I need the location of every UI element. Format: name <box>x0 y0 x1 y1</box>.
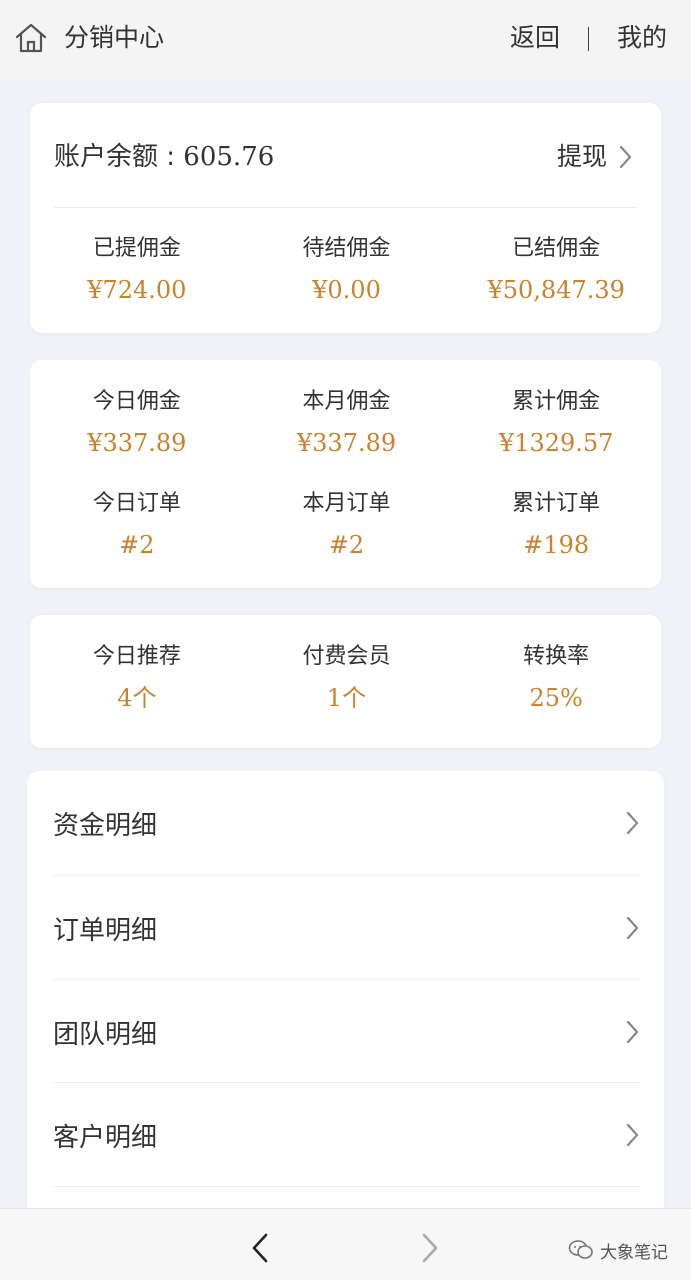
top-bar: 分销中心 返回 我的 <box>0 0 691 80</box>
menu-item-team-details[interactable]: 团队明细 <box>53 980 640 1084</box>
balance-card: 账户余额 : 605.76 提现 已提佣金 ¥724.00 待结佣金 ¥0.00… <box>30 103 661 333</box>
header-separator <box>588 27 589 51</box>
members-row: 今日推荐 4个 付费会员 1个 转换率 25% <box>30 641 661 715</box>
stat-today-referrals: 今日推荐 4个 <box>32 641 242 715</box>
details-menu: 资金明细 订单明细 团队明细 客户明细 <box>27 771 664 1231</box>
stat-value: #2 <box>119 531 155 559</box>
arrow-left-icon[interactable] <box>246 1231 276 1265</box>
chevron-right-icon <box>626 811 639 835</box>
home-icon[interactable] <box>14 22 48 54</box>
watermark: 大象笔记 <box>568 1237 668 1263</box>
chevron-right-icon <box>619 145 632 169</box>
stat-value: #2 <box>328 531 365 559</box>
stat-value: ¥724.00 <box>87 276 187 304</box>
withdraw-button[interactable]: 提现 <box>557 137 633 177</box>
stat-value: ¥337.89 <box>296 429 397 457</box>
back-link[interactable]: 返回 <box>510 20 560 56</box>
stat-label: 今日订单 <box>92 491 181 516</box>
stat-value: #198 <box>523 531 590 559</box>
stat-withdrawn: 已提佣金 ¥724.00 <box>32 233 242 307</box>
stat-label: 已结佣金 <box>512 236 601 261</box>
arrow-right-icon[interactable] <box>414 1231 444 1265</box>
stat-value: ¥50,847.39 <box>487 276 625 304</box>
members-card: 今日推荐 4个 付费会员 1个 转换率 25% <box>30 615 661 748</box>
stat-settled: 已结佣金 ¥50,847.39 <box>451 233 661 307</box>
browser-nav-bar: 大象笔记 <box>0 1208 691 1280</box>
stat-label: 本月订单 <box>302 491 391 516</box>
stat-label: 本月佣金 <box>302 389 391 414</box>
commission-summary: 已提佣金 ¥724.00 待结佣金 ¥0.00 已结佣金 ¥50,847.39 <box>30 233 661 307</box>
withdraw-label: 提现 <box>556 142 607 171</box>
stat-month-commission: 本月佣金 ¥337.89 <box>242 386 452 460</box>
stat-paid-members: 付费会员 1个 <box>242 641 452 715</box>
menu-item-label: 客户明细 <box>53 1122 158 1153</box>
orders-row: 今日订单 #2 本月订单 #2 累计订单 #198 <box>30 488 661 562</box>
divider <box>54 207 637 208</box>
stat-label: 累计订单 <box>512 491 601 516</box>
stat-label: 已提佣金 <box>92 236 181 261</box>
chevron-right-icon <box>626 1123 639 1147</box>
stat-month-orders: 本月订单 #2 <box>242 488 452 562</box>
stat-value: 25% <box>529 684 583 712</box>
balance-label: 账户余额 : <box>54 142 184 172</box>
stat-conversion-rate: 转换率 25% <box>451 641 661 715</box>
balance-row: 账户余额 : 605.76 提现 <box>54 137 637 177</box>
stat-today-orders: 今日订单 #2 <box>32 488 242 562</box>
menu-item-label: 资金明细 <box>53 810 158 841</box>
balance-value: 605.76 <box>183 142 275 172</box>
stat-label: 今日佣金 <box>92 389 181 414</box>
stat-value: 1个 <box>326 684 367 712</box>
menu-item-label: 团队明细 <box>53 1019 158 1050</box>
balance-display: 账户余额 : 605.76 <box>54 137 274 177</box>
stat-today-commission: 今日佣金 ¥337.89 <box>32 386 242 460</box>
menu-item-fund-details[interactable]: 资金明细 <box>53 771 640 875</box>
commission-card: 今日佣金 ¥337.89 本月佣金 ¥337.89 累计佣金 ¥1329.57 … <box>30 360 661 588</box>
stat-value: ¥337.89 <box>87 429 187 457</box>
divider <box>53 1186 640 1187</box>
menu-item-customer-details[interactable]: 客户明细 <box>53 1083 640 1187</box>
stat-pending: 待结佣金 ¥0.00 <box>242 233 452 307</box>
wechat-icon <box>568 1240 593 1259</box>
chevron-right-icon <box>626 916 639 940</box>
stat-label: 待结佣金 <box>302 236 391 261</box>
menu-item-order-details[interactable]: 订单明细 <box>53 876 640 980</box>
stat-value: ¥1329.57 <box>498 429 614 457</box>
chevron-right-icon <box>626 1020 639 1044</box>
stat-label: 今日推荐 <box>92 644 181 669</box>
stat-value: ¥0.00 <box>312 276 381 304</box>
stat-label: 转换率 <box>523 644 590 669</box>
page-title: 分销中心 <box>64 23 165 52</box>
mine-link[interactable]: 我的 <box>617 20 667 56</box>
stat-total-commission: 累计佣金 ¥1329.57 <box>451 386 661 460</box>
stat-total-orders: 累计订单 #198 <box>451 488 661 562</box>
stat-label: 付费会员 <box>302 644 391 669</box>
commission-row: 今日佣金 ¥337.89 本月佣金 ¥337.89 累计佣金 ¥1329.57 <box>30 386 661 460</box>
stat-value: 4个 <box>117 684 157 712</box>
watermark-text: 大象笔记 <box>600 1242 668 1263</box>
menu-item-label: 订单明细 <box>53 915 158 946</box>
stat-label: 累计佣金 <box>512 389 601 414</box>
